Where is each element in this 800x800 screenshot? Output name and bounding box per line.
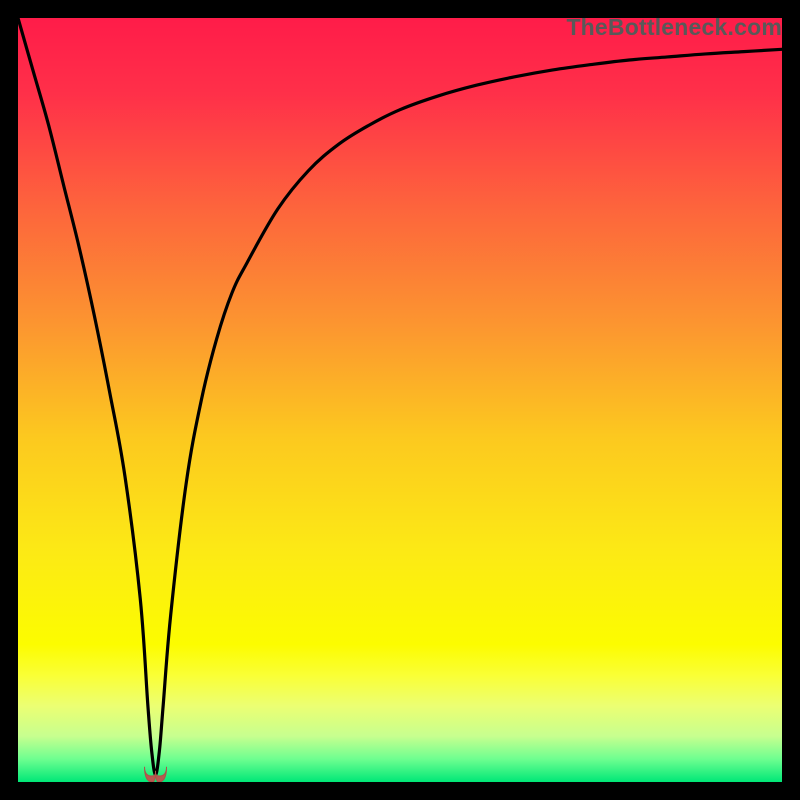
- plot-area: [18, 18, 782, 782]
- gradient-background: [18, 18, 782, 782]
- chart-svg: [18, 18, 782, 782]
- watermark-text: TheBottleneck.com: [566, 14, 782, 41]
- chart-frame: TheBottleneck.com: [0, 0, 800, 800]
